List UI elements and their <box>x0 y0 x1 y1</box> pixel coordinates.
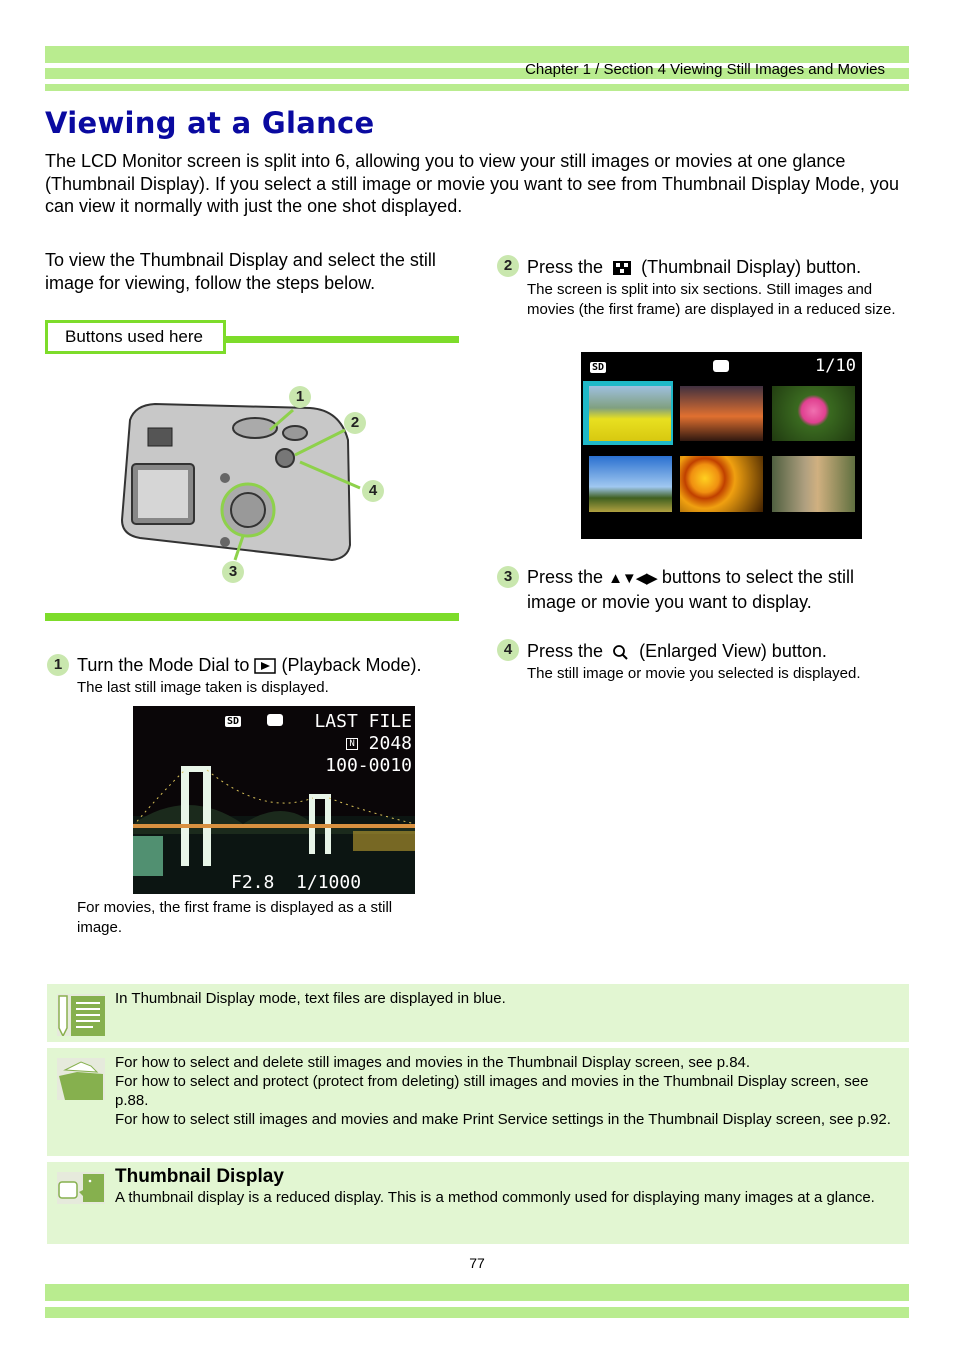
thumbnail-1[interactable] <box>589 386 671 441</box>
step-2-heading: Press the (Thumbnail Display) button. <box>527 256 917 279</box>
header-bar <box>45 84 909 91</box>
thumbnail-icon <box>613 261 632 275</box>
step-2-description: The screen is split into six sections. S… <box>527 281 896 318</box>
step-1-description: The last still image taken is displayed. <box>77 679 329 696</box>
callout-3: 3 <box>222 561 244 583</box>
callout-1: 1 <box>289 386 311 408</box>
step-number: 1 <box>47 654 69 676</box>
sd-card-icon: SD <box>225 716 242 727</box>
memo-icon <box>57 994 105 1036</box>
reference-line: For how to select and protect (protect f… <box>115 1073 869 1109</box>
note-text: In Thumbnail Display mode, text files ar… <box>115 990 506 1007</box>
note-glossary: Thumbnail Display A thumbnail display is… <box>47 1162 909 1244</box>
step-4-heading: Press the (Enlarged View) button. <box>527 640 917 663</box>
lcd-thumbnail-screen: SD 1/10 <box>581 352 862 539</box>
folder-icon <box>57 1058 105 1100</box>
note-memo: In Thumbnail Display mode, text files ar… <box>47 984 909 1042</box>
note-text: A thumbnail display is a reduced display… <box>115 1189 875 1206</box>
step-text: (Enlarged View) button. <box>639 641 827 661</box>
image-counter: 1/10 <box>815 356 856 376</box>
size-value: 2048 <box>368 733 412 754</box>
thumbnail-3[interactable] <box>772 386 855 441</box>
exposure-readout: F2.8 1/1000 <box>231 872 362 893</box>
magnifier-icon <box>613 645 628 660</box>
thumbnail-5[interactable] <box>680 456 763 512</box>
step-3-heading: Press the ▲▼◀▶ buttons to select the sti… <box>527 566 907 613</box>
divider <box>45 613 459 621</box>
page-title: Viewing at a Glance <box>45 106 375 140</box>
reference-line: For how to select still images and movie… <box>115 1111 891 1128</box>
manual-page: Chapter 1 / Section 4 Viewing Still Imag… <box>0 0 954 1351</box>
footer-bar <box>45 1284 909 1301</box>
camera-mode-icon <box>267 714 283 726</box>
lcd-caption: For movies, the first frame is displayed… <box>77 899 393 936</box>
callout-4: 4 <box>362 480 384 502</box>
lead-text: To view the Thumbnail Display and select… <box>45 250 436 293</box>
divider <box>226 336 459 343</box>
step-text: Press the <box>527 641 604 661</box>
footer-bar <box>45 1307 909 1318</box>
glossary-icon <box>57 1172 105 1204</box>
camera-mode-icon <box>713 360 729 372</box>
sd-card-icon: SD <box>590 362 607 373</box>
step-1-heading: Turn the Mode Dial to (Playback Mode). <box>77 654 467 677</box>
thumbnail-2[interactable] <box>680 386 763 441</box>
arrow-keys-icon: ▲▼◀▶ <box>608 570 658 587</box>
image-size: N 2048 <box>346 733 412 754</box>
note-references: For how to select and delete still image… <box>47 1048 909 1156</box>
glossary-title: Thumbnail Display <box>115 1166 284 1187</box>
thumbnail-4[interactable] <box>589 456 672 512</box>
step-number: 4 <box>497 639 519 661</box>
step-number: 2 <box>497 255 519 277</box>
reference-line: For how to select and delete still image… <box>115 1054 751 1071</box>
quality-icon: N <box>346 738 358 750</box>
page-number: 77 <box>469 1255 485 1271</box>
file-number: 100-0010 <box>325 755 412 776</box>
intro-text: The LCD Monitor screen is split into 6, … <box>45 151 900 216</box>
step-number: 3 <box>497 566 519 588</box>
callout-2: 2 <box>344 412 366 434</box>
step-4-description: The still image or movie you selected is… <box>527 665 861 682</box>
camera-illustration <box>120 402 361 562</box>
breadcrumb: Chapter 1 / Section 4 Viewing Still Imag… <box>525 61 885 78</box>
thumbnail-6[interactable] <box>772 456 855 512</box>
lcd-playback-screen: SD LAST FILE N 2048 100-0010 F2.8 1/1000 <box>133 706 415 894</box>
step-text: (Thumbnail Display) button. <box>641 257 862 277</box>
last-file-label: LAST FILE <box>314 711 412 732</box>
step-text: (Playback Mode). <box>281 655 422 675</box>
step-text: Press the <box>527 257 604 277</box>
buttons-used-label: Buttons used here <box>45 320 226 354</box>
step-text: Turn the Mode Dial to <box>77 655 250 675</box>
playback-icon <box>254 658 277 674</box>
step-text: Press the <box>527 567 604 587</box>
note-text: For how to select and delete still image… <box>115 1053 895 1129</box>
